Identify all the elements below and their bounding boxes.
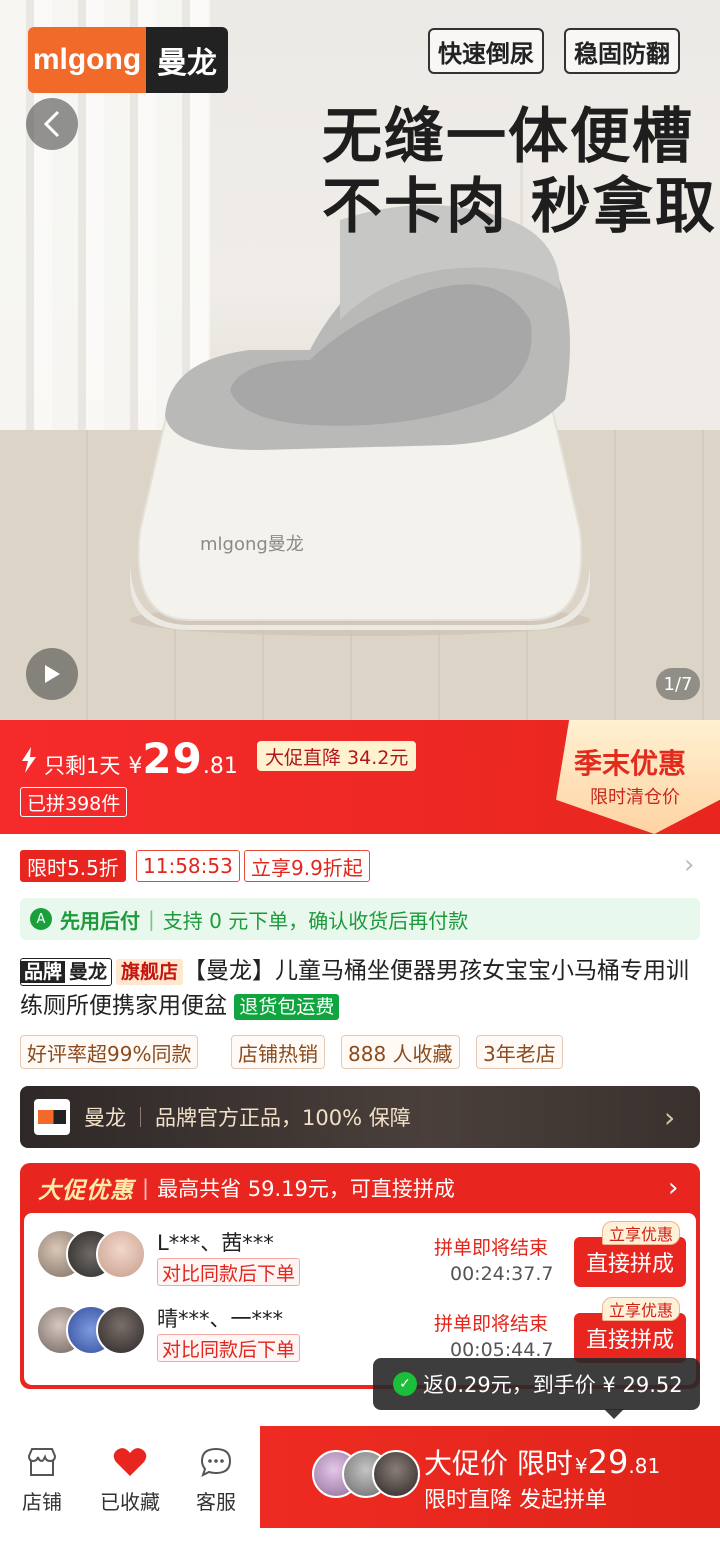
video-play-button[interactable]	[26, 648, 78, 700]
brand-chip-name: 曼龙	[69, 960, 108, 983]
remaining-days: 只剩1天	[44, 754, 121, 778]
promo-headline: 最高共省 59.19元，可直接拼成	[157, 1177, 455, 1201]
cashback-toast: ✓ 返0.29元，到手价 ¥ 29.52	[373, 1358, 700, 1410]
promo-chevron-right-icon: ›	[668, 1173, 679, 1203]
check-circle-icon: ✓	[393, 1372, 417, 1396]
lightning-icon	[22, 747, 36, 773]
product-image-carousel[interactable]: mlgong曼龙 mlgong 曼龙 快速倒尿 稳固防翻 无缝一体便槽 不卡肉 …	[0, 0, 720, 720]
avatar	[96, 1305, 146, 1355]
price-currency: ¥	[128, 754, 143, 779]
group-buy-row: 晴***、一*** 对比同款后下单 拼单即将结束 00:05:44.7 直接拼成…	[24, 1289, 696, 1365]
pay-later-text: 支持 0 元下单，确认收货后再付款	[162, 908, 469, 933]
chevron-left-icon	[43, 110, 60, 138]
flash-countdown: 11:58:53	[136, 850, 240, 882]
buy-price-label: 大促价 限时	[424, 1447, 573, 1480]
group-ending-label: 拼单即将结束	[434, 1313, 549, 1335]
pay-later-label: 先用后付	[60, 908, 140, 933]
toast-pointer	[604, 1409, 624, 1419]
flash-discount-tag[interactable]: 限时5.5折	[20, 850, 126, 882]
store-logo	[34, 1099, 70, 1135]
instant-offer-badge: 立享优惠	[602, 1221, 681, 1245]
store-icon	[25, 1444, 59, 1480]
group-timer: 00:24:37.7	[450, 1263, 554, 1285]
group-member-names: L***、茜***	[157, 1231, 274, 1255]
pay-later-divider: |	[148, 907, 155, 931]
promo-divider: |	[142, 1176, 150, 1200]
instant-offer-badge: 立享优惠	[602, 1297, 681, 1321]
shop-nav-label: 店铺	[22, 1490, 62, 1514]
free-return-tag: 退货包运费	[234, 993, 340, 1020]
group-avatars	[36, 1305, 146, 1361]
favorite-nav-label: 已收藏	[100, 1490, 160, 1514]
season-sale-subtitle: 限时清仓价	[590, 787, 680, 808]
avatar	[372, 1450, 420, 1498]
brand-chip[interactable]: 品牌 曼龙	[20, 957, 113, 986]
service-nav-button[interactable]: 客服	[181, 1444, 251, 1515]
logo-chinese: 曼龙	[146, 27, 228, 93]
pay-later-bar[interactable]: A 先用后付 | 支持 0 元下单，确认收货后再付款	[20, 898, 700, 940]
play-icon	[45, 665, 60, 683]
compare-tag: 对比同款后下单	[157, 1334, 301, 1362]
favorite-nav-button[interactable]: 已收藏	[95, 1444, 165, 1515]
buy-price-line: 大促价 限时 ¥ 29 .81	[424, 1442, 660, 1482]
brand-chip-key: 品牌	[21, 960, 66, 983]
pill-rating: 好评率超99%同款	[20, 1035, 199, 1069]
price-decimal: .81	[202, 754, 238, 779]
flash-chevron-right-icon[interactable]: ›	[684, 850, 694, 880]
instant-discount-tag[interactable]: 立享9.9折起	[244, 850, 370, 882]
potty-brand-print: mlgong曼龙	[200, 534, 304, 555]
group-avatars	[36, 1229, 146, 1285]
store-chevron-right-icon: ›	[664, 1100, 676, 1134]
store-guarantee: 品牌官方正品，100% 保障	[155, 1106, 411, 1130]
group-buy-row: L***、茜*** 对比同款后下单 拼单即将结束 00:24:37.7 直接拼成…	[24, 1213, 696, 1289]
service-nav-label: 客服	[196, 1490, 236, 1514]
pill-hot-sale: 店铺热销	[231, 1035, 325, 1069]
store-divider	[140, 1107, 141, 1127]
headline-line-2: 不卡肉 秒拿取	[322, 172, 717, 242]
avatar	[96, 1229, 146, 1279]
feature-tag-stable: 稳固防翻	[564, 28, 680, 74]
feature-tag-quick-pour: 快速倒尿	[428, 28, 544, 74]
logo-latin: mlgong	[28, 27, 146, 93]
group-buy-button[interactable]: 大促价 限时 ¥ 29 .81 限时直降 发起拼单	[260, 1426, 720, 1528]
store-name: 曼龙	[84, 1106, 126, 1130]
buy-price-decimal: .81	[628, 1454, 661, 1478]
promo-logo: 大促优惠	[38, 1178, 134, 1204]
pill-favorites: 888 人收藏	[341, 1035, 460, 1069]
compare-tag: 对比同款后下单	[157, 1258, 301, 1286]
price-cut-badge: 大促直降 34.2元	[257, 741, 417, 771]
group-member-names: 晴***、一***	[157, 1307, 283, 1331]
heart-icon	[113, 1444, 147, 1480]
price-row: 只剩1天 ¥ 29 .81	[20, 734, 238, 783]
flagship-chip: 旗舰店	[116, 958, 184, 985]
pay-later-icon: A	[30, 908, 52, 930]
pill-shop-age: 3年老店	[476, 1035, 563, 1069]
price-integer: 29	[142, 734, 203, 783]
promo-panel: 大促优惠 | 最高共省 59.19元，可直接拼成 › L***、茜*** 对比同…	[20, 1163, 700, 1389]
potty-product-image: mlgong曼龙	[130, 205, 590, 636]
sold-count: 已拼398件	[20, 787, 128, 817]
shop-nav-button[interactable]: 店铺	[7, 1444, 77, 1515]
back-button[interactable]	[26, 98, 78, 150]
buy-price-integer: 29	[587, 1443, 629, 1481]
season-sale-title: 季末优惠	[574, 747, 687, 780]
image-counter: 1/7	[656, 668, 700, 700]
cashback-text: 返0.29元，到手价 ¥ 29.52	[423, 1373, 683, 1397]
promo-header[interactable]: 大促优惠 | 最高共省 59.19元，可直接拼成 ›	[20, 1163, 700, 1213]
brand-logo: mlgong 曼龙	[28, 27, 228, 93]
chat-bubble-icon	[199, 1444, 233, 1480]
official-store-bar[interactable]: 曼龙 品牌官方正品，100% 保障 ›	[20, 1086, 700, 1148]
product-title-block: 品牌 曼龙 旗舰店 【曼龙】儿童马桶坐便器男孩女宝宝小马桶专用训练厕所便携家用便盆 退…	[20, 954, 704, 1024]
buy-subtitle: 限时直降 发起拼单	[424, 1488, 607, 1513]
group-ending-label: 拼单即将结束	[434, 1237, 549, 1259]
buy-price-currency: ¥	[574, 1454, 588, 1478]
